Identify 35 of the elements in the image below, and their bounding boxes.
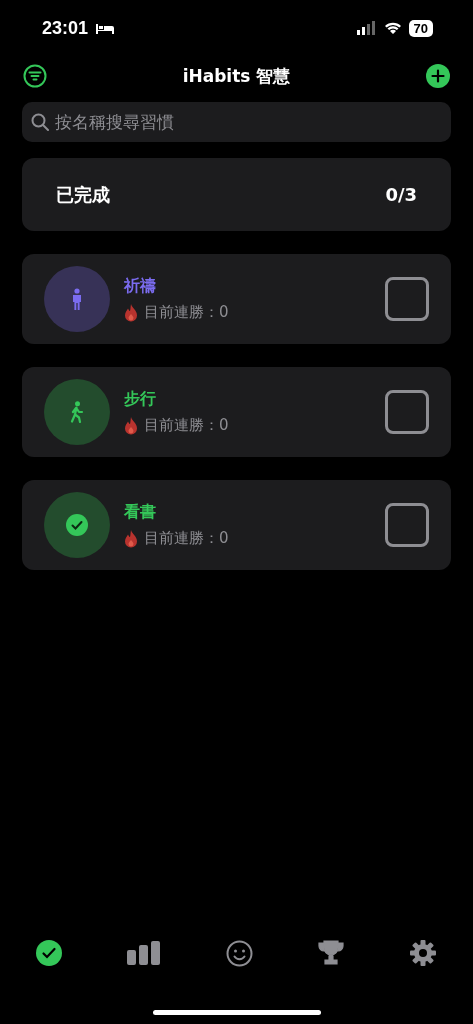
app-title: iHabits 智慧: [182, 64, 291, 88]
add-button[interactable]: [426, 64, 450, 88]
habit-name: 看書: [124, 502, 157, 523]
mood-tab[interactable]: [226, 939, 253, 967]
flame-icon: [124, 416, 138, 435]
wifi-icon: [383, 21, 402, 35]
flame-icon: [124, 529, 138, 548]
signal-icon: [356, 21, 377, 35]
clock-time: 23:01: [42, 17, 89, 39]
trophy-tab[interactable]: [318, 940, 344, 966]
habit-checkbox[interactable]: [385, 277, 429, 321]
walking-person-icon: [69, 401, 85, 423]
flame-icon: [124, 303, 138, 322]
habit-checkbox[interactable]: [385, 390, 429, 434]
habit-checkbox[interactable]: [385, 503, 429, 547]
person-icon: [71, 288, 83, 310]
checkmark-icon: [66, 514, 88, 536]
statistics-tab[interactable]: [127, 941, 161, 965]
habit-card[interactable]: 看書 目前連勝：0: [22, 480, 451, 570]
today-tab[interactable]: [36, 940, 62, 966]
streak-text: 目前連勝：0: [144, 529, 229, 548]
search-field[interactable]: 按名稱搜尋習慣: [22, 102, 451, 142]
streak-text: 目前連勝：0: [144, 416, 229, 435]
battery-indicator: 70: [408, 19, 433, 37]
search-icon: [31, 113, 49, 131]
habit-name: 祈禱: [124, 276, 157, 297]
habit-card[interactable]: 步行 目前連勝：0: [22, 367, 451, 457]
bed-icon: [95, 22, 116, 34]
streak-text: 目前連勝：0: [144, 303, 229, 322]
summary-label: 已完成: [56, 182, 110, 207]
filter-button[interactable]: [23, 64, 47, 88]
summary-count: 0/3: [385, 184, 417, 205]
habit-card[interactable]: 祈禱 目前連勝：0: [22, 254, 451, 344]
habit-name: 步行: [124, 389, 157, 410]
settings-tab[interactable]: [409, 939, 437, 967]
